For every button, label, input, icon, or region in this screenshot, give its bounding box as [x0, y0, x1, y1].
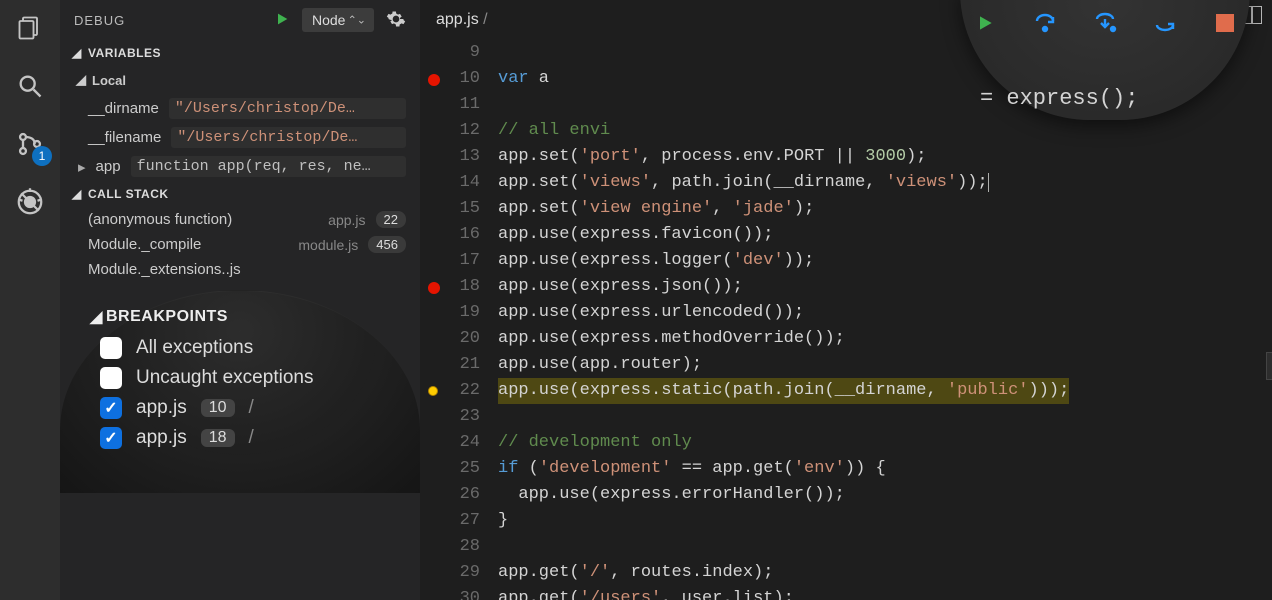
var-value: function app(req, res, ne…: [131, 156, 406, 177]
variable-row[interactable]: __dirname "/Users/christop/De…: [60, 94, 420, 123]
step-out-button[interactable]: [1152, 10, 1178, 36]
stop-button[interactable]: [1212, 10, 1238, 36]
variables-header[interactable]: ◢VARIABLES: [60, 40, 420, 66]
var-value: "/Users/christop/De…: [171, 127, 406, 148]
chevron-right-icon: ▸: [78, 158, 86, 176]
var-value: "/Users/christop/De…: [169, 98, 406, 119]
code-area[interactable]: 9 10var a 11 12// all envi 13app.set('po…: [420, 40, 1272, 600]
var-name: __filename: [88, 129, 161, 146]
chevron-down-icon: ◢: [72, 46, 82, 60]
checkbox-unchecked[interactable]: [100, 367, 122, 389]
debug-title: DEBUG: [74, 13, 262, 28]
chevron-down-icon: ◢: [76, 72, 86, 88]
callstack-section: ◢CALL STACK (anonymous function) app.js …: [60, 181, 420, 282]
local-scope[interactable]: ◢Local: [60, 66, 420, 94]
variables-section: ◢VARIABLES ◢Local __dirname "/Users/chri…: [60, 40, 420, 181]
checkbox-checked[interactable]: [100, 397, 122, 419]
stack-frame[interactable]: (anonymous function) app.js 22: [60, 207, 420, 232]
debug-config-select[interactable]: Node: [302, 8, 374, 32]
frame-file: module.js: [298, 237, 358, 253]
editor: app.js / 9 10var a 11 12// all envi 13ap…: [420, 0, 1272, 600]
frame-line: 22: [376, 211, 406, 228]
breakpoints-header[interactable]: ◢BREAKPOINTS: [78, 301, 402, 333]
breakpoint-all-exceptions[interactable]: All exceptions: [78, 333, 402, 363]
breakpoint-dot[interactable]: [428, 74, 440, 86]
hover-tooltip: "/Users/christop/Desktop/lab-demo/ex: [1266, 352, 1272, 380]
start-debug-button[interactable]: [274, 11, 290, 30]
breakpoint-item[interactable]: app.js 18 /: [78, 423, 402, 453]
bp-line: 18: [201, 429, 235, 447]
checkbox-checked[interactable]: [100, 427, 122, 449]
frame-line: 456: [368, 236, 406, 253]
current-frame-marker: [426, 384, 440, 398]
scm-badge: 1: [32, 146, 52, 166]
callstack-header[interactable]: ◢CALL STACK: [60, 181, 420, 207]
current-execution-line: 22app.use(express.static(path.join(__dir…: [420, 378, 1272, 404]
variable-row[interactable]: ▸ app function app(req, res, ne…: [60, 152, 420, 181]
chevron-down-icon: ◢: [72, 187, 82, 201]
chevron-down-icon: ◢: [90, 307, 100, 327]
debug-icon[interactable]: [10, 182, 50, 222]
frame-fn: Module._extensions..js: [88, 261, 406, 278]
breakpoints-section: ◢BREAKPOINTS All exceptions Uncaught exc…: [60, 290, 420, 493]
step-over-button[interactable]: [1032, 10, 1058, 36]
search-icon[interactable]: [10, 66, 50, 106]
tab-appjs[interactable]: app.js /: [436, 11, 488, 29]
bp-line: 10: [201, 399, 235, 417]
activity-bar: 1: [0, 0, 60, 600]
gear-icon[interactable]: [386, 9, 406, 32]
checkbox-unchecked[interactable]: [100, 337, 122, 359]
stack-frame[interactable]: Module._extensions..js: [60, 257, 420, 282]
debug-sidebar: DEBUG Node ⌃⌄ ◢VARIABLES ◢Local __dirnam…: [60, 0, 420, 600]
magnified-code: = express();: [980, 86, 1138, 111]
var-name: app: [96, 158, 121, 175]
var-name: __dirname: [88, 100, 159, 117]
step-into-button[interactable]: [1092, 10, 1118, 36]
stack-frame[interactable]: Module._compile module.js 456: [60, 232, 420, 257]
source-control-icon[interactable]: 1: [10, 124, 50, 164]
breakpoint-dot[interactable]: [428, 282, 440, 294]
explorer-icon[interactable]: [10, 8, 50, 48]
frame-fn: Module._compile: [88, 236, 288, 253]
breakpoint-item[interactable]: app.js 10 /: [78, 393, 402, 423]
breakpoint-uncaught-exceptions[interactable]: Uncaught exceptions: [78, 363, 402, 393]
frame-fn: (anonymous function): [88, 211, 318, 228]
frame-file: app.js: [328, 212, 365, 228]
continue-button[interactable]: [972, 10, 998, 36]
variable-row[interactable]: __filename "/Users/christop/De…: [60, 123, 420, 152]
debug-header: DEBUG Node ⌃⌄: [60, 0, 420, 40]
